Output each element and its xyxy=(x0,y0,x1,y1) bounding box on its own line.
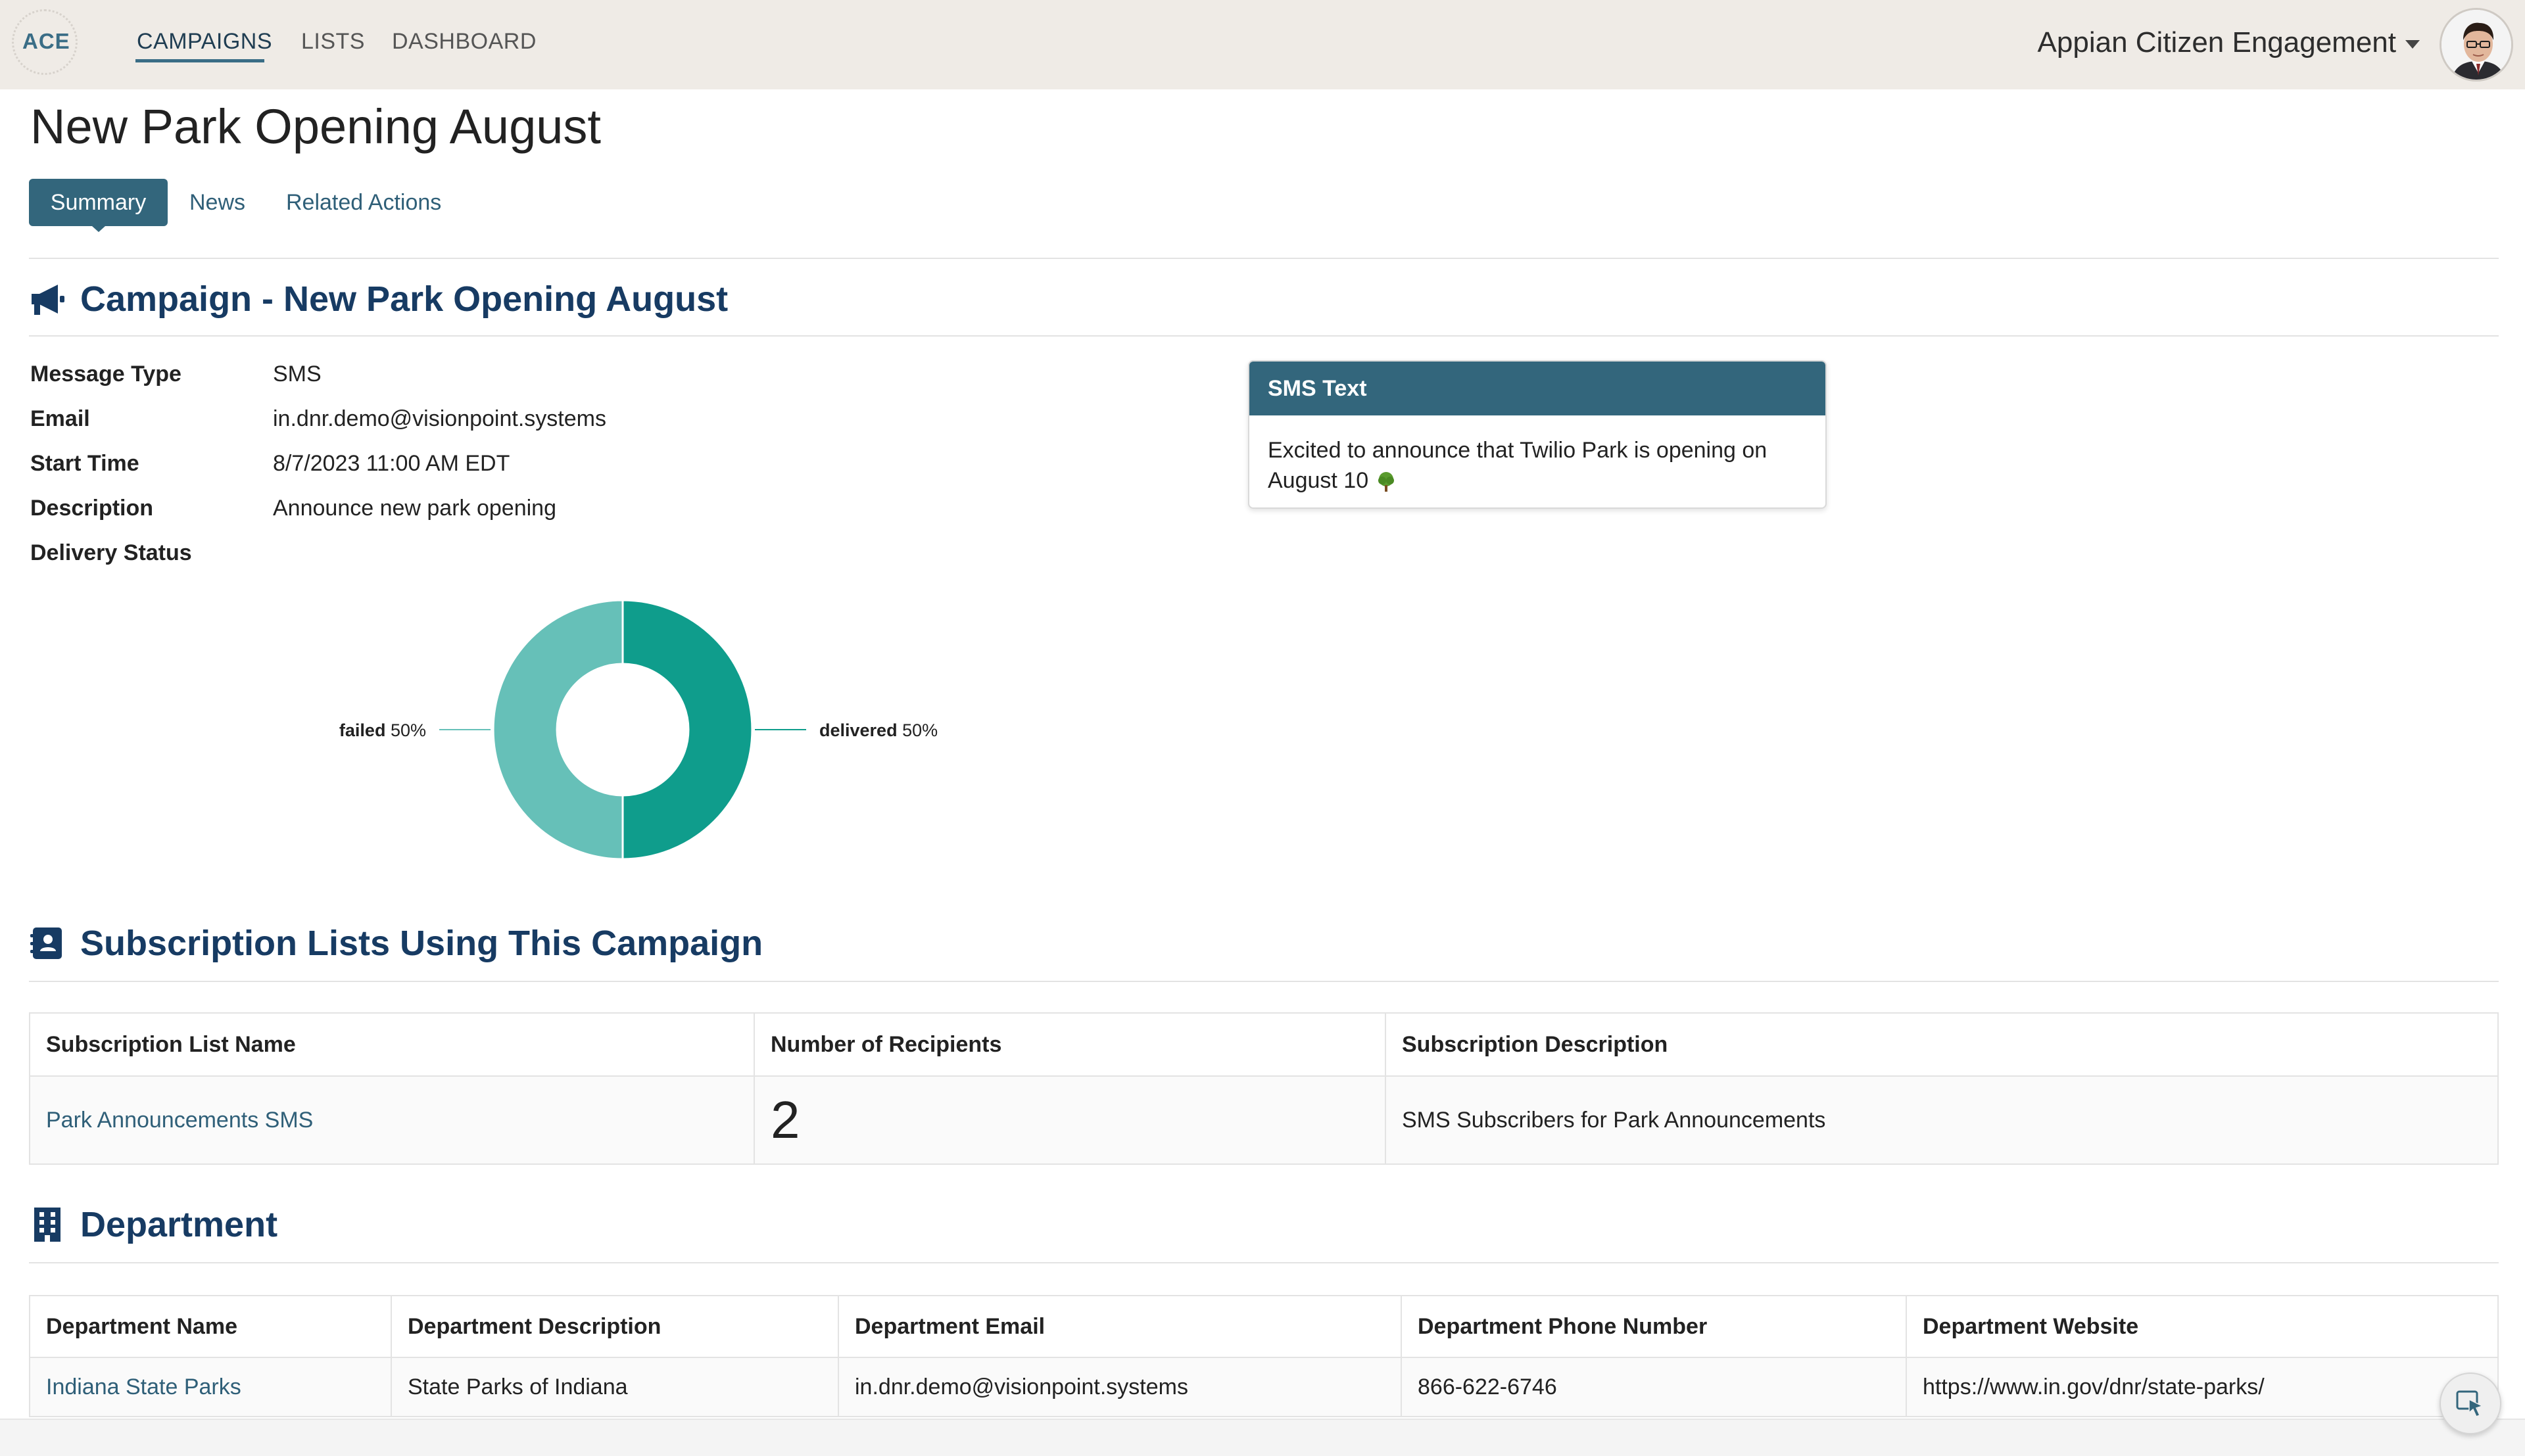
account-menu[interactable]: Appian Citizen Engagement xyxy=(2038,26,2420,59)
col-header-department-name[interactable]: Department Name xyxy=(30,1296,391,1357)
field-value-description: Announce new park opening xyxy=(273,496,556,521)
nav-tab-lists[interactable]: LISTS xyxy=(301,29,365,55)
bottom-scroll-strip xyxy=(0,1419,2525,1456)
col-header-department-website[interactable]: Department Website xyxy=(1906,1296,2497,1357)
megaphone-icon xyxy=(32,285,64,315)
avatar-portrait-icon xyxy=(2441,10,2511,80)
col-header-subscription-description[interactable]: Subscription Description xyxy=(1385,1014,2497,1075)
donut-slice-failed[interactable] xyxy=(492,599,624,860)
department-name-cell: Indiana State Parks xyxy=(30,1358,391,1416)
department-section-heading: Department xyxy=(29,1202,277,1248)
department-description-cell: State Parks of Indiana xyxy=(391,1358,838,1416)
col-header-subscription-list-name[interactable]: Subscription List Name xyxy=(30,1014,754,1075)
sms-card-title: SMS Text xyxy=(1249,362,1825,415)
delivered-slice-label: delivered 50% xyxy=(819,720,938,740)
nav-tab-campaigns[interactable]: CAMPAIGNS xyxy=(137,29,272,55)
field-value-start-time: 8/7/2023 11:00 AM EDT xyxy=(273,451,510,476)
field-label-delivery-status: Delivery Status xyxy=(30,540,192,565)
campaign-heading-text: Campaign - New Park Opening August xyxy=(80,279,729,319)
floating-pointer-button[interactable] xyxy=(2440,1373,2501,1434)
field-label-email: Email xyxy=(30,406,90,431)
field-label-message-type: Message Type xyxy=(30,362,181,387)
tab-summary[interactable]: Summary xyxy=(29,179,168,226)
sms-message-text: Excited to announce that Twilio Park is … xyxy=(1268,438,1768,493)
app-logo[interactable]: ACE xyxy=(22,29,70,54)
top-navigation-bar: ACE CAMPAIGNS LISTS DASHBOARD Appian Cit… xyxy=(0,0,2525,89)
department-email-cell: in.dnr.demo@visionpoint.systems xyxy=(838,1358,1401,1416)
department-phone-cell: 866-622-6746 xyxy=(1401,1358,1906,1416)
tab-news[interactable]: News xyxy=(189,179,245,226)
table-row: Indiana State Parks State Parks of India… xyxy=(30,1357,2497,1416)
subscription-list-link[interactable]: Park Announcements SMS xyxy=(46,1108,313,1133)
delivery-status-donut-chart: delivered 50% failed 50% xyxy=(339,599,938,860)
field-value-email: in.dnr.demo@visionpoint.systems xyxy=(273,406,606,431)
subscription-name-cell: Park Announcements SMS xyxy=(30,1077,754,1163)
col-header-department-email[interactable]: Department Email xyxy=(838,1296,1401,1357)
col-header-department-description[interactable]: Department Description xyxy=(391,1296,838,1357)
nav-active-indicator xyxy=(135,59,264,62)
sms-card-body: Excited to announce that Twilio Park is … xyxy=(1249,415,1825,496)
campaign-divider xyxy=(29,335,2499,337)
col-header-number-of-recipients[interactable]: Number of Recipients xyxy=(754,1014,1385,1075)
subscriptions-divider xyxy=(29,981,2499,982)
recipients-count: 2 xyxy=(771,1091,800,1149)
subscription-lists-table: Subscription List Name Number of Recipie… xyxy=(29,1012,2499,1165)
user-avatar[interactable] xyxy=(2440,8,2513,82)
field-label-description: Description xyxy=(30,496,154,521)
field-label-start-time: Start Time xyxy=(30,451,139,476)
failed-slice-label: failed 50% xyxy=(339,720,426,740)
page-title: New Park Opening August xyxy=(30,99,601,154)
recipients-count-cell: 2 xyxy=(754,1077,1385,1163)
cursor-select-icon xyxy=(2456,1390,2484,1417)
table-header-row: Department Name Department Description D… xyxy=(30,1296,2497,1357)
selected-tab-pointer xyxy=(92,226,105,232)
tree-icon xyxy=(1378,472,1394,492)
campaign-section-heading: Campaign - New Park Opening August xyxy=(29,276,728,322)
building-icon xyxy=(34,1208,60,1242)
caret-down-icon xyxy=(2405,39,2420,49)
account-name: Appian Citizen Engagement xyxy=(2037,26,2396,59)
tab-related-actions[interactable]: Related Actions xyxy=(286,179,441,226)
department-heading-text: Department xyxy=(80,1205,278,1244)
sms-text-card: SMS Text Excited to announce that Twilio… xyxy=(1248,360,1827,509)
department-divider xyxy=(29,1262,2499,1263)
field-value-message-type: SMS xyxy=(273,362,322,387)
donut-slice-delivered[interactable] xyxy=(621,599,754,860)
department-table: Department Name Department Description D… xyxy=(29,1295,2499,1417)
table-header-row: Subscription List Name Number of Recipie… xyxy=(30,1014,2497,1075)
subscription-description-cell: SMS Subscribers for Park Announcements xyxy=(1385,1077,2497,1163)
department-name-link[interactable]: Indiana State Parks xyxy=(46,1374,241,1400)
department-website-cell: https://www.in.gov/dnr/state-parks/ xyxy=(1906,1358,2497,1416)
contact-book-icon xyxy=(30,928,62,959)
nav-tab-dashboard[interactable]: DASHBOARD xyxy=(392,29,537,55)
table-row: Park Announcements SMS 2 SMS Subscribers… xyxy=(30,1075,2497,1163)
subscriptions-section-heading: Subscription Lists Using This Campaign xyxy=(29,920,763,966)
subscriptions-heading-text: Subscription Lists Using This Campaign xyxy=(80,924,763,963)
col-header-department-phone[interactable]: Department Phone Number xyxy=(1401,1296,1906,1357)
header-divider xyxy=(29,258,2499,259)
